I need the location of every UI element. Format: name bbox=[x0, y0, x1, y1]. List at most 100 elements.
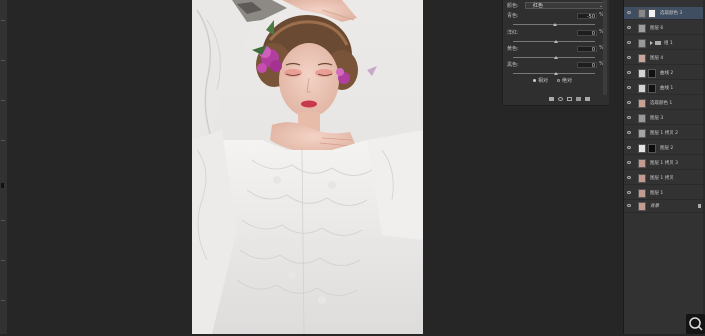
layer-thumbnail bbox=[638, 189, 646, 198]
radio-relative[interactable] bbox=[533, 79, 536, 82]
layer-row[interactable]: 图层 1 拷贝 bbox=[624, 172, 705, 185]
ruler-tick bbox=[1, 260, 5, 261]
layer-row[interactable]: 选取颜色 1 bbox=[624, 97, 705, 110]
layer-name: 图层 4 bbox=[650, 56, 664, 61]
ruler-tick bbox=[1, 300, 5, 301]
layer-name: 图层 2 bbox=[660, 146, 674, 151]
eye-icon[interactable] bbox=[627, 191, 631, 194]
layer-name: 图层 6 bbox=[650, 26, 664, 31]
layer-thumbnail bbox=[638, 24, 646, 33]
radio-absolute-label: 绝对 bbox=[562, 78, 573, 84]
slider-value-input[interactable]: -50 bbox=[577, 13, 597, 20]
slider-knob[interactable] bbox=[554, 40, 558, 43]
mask-thumbnail[interactable] bbox=[648, 69, 656, 78]
folder-icon bbox=[655, 41, 661, 45]
collapse-handle[interactable] bbox=[1, 183, 4, 188]
color-select-row: 颜色: 红色 ⌄ bbox=[507, 2, 607, 10]
radio-absolute[interactable] bbox=[557, 79, 560, 82]
layer-thumbnail bbox=[638, 54, 646, 63]
document-canvas[interactable] bbox=[192, 0, 423, 334]
slider-label: 黄色: bbox=[507, 46, 519, 52]
layer-row[interactable]: 背景 bbox=[624, 200, 705, 213]
view-previous-icon[interactable] bbox=[558, 97, 563, 101]
eye-icon[interactable] bbox=[627, 176, 631, 179]
ruler-tick bbox=[1, 60, 5, 61]
portrait-photo bbox=[192, 0, 423, 334]
slider-magenta: 洋红: 0 % bbox=[507, 29, 605, 45]
layer-thumbnail bbox=[638, 114, 646, 123]
slider-value-input[interactable]: 0 bbox=[577, 46, 597, 53]
color-label: 颜色: bbox=[507, 3, 519, 9]
layers-panel: 选取颜色 3 图层 6 组 1 图层 4 曲线 2 曲线 1 选取颜色 1 图层 bbox=[623, 0, 705, 334]
slider-knob[interactable] bbox=[553, 23, 557, 26]
eye-icon[interactable] bbox=[627, 11, 631, 14]
curves-thumbnail bbox=[638, 84, 646, 93]
layer-row[interactable]: 曲线 2 bbox=[624, 67, 705, 80]
properties-scrollbar[interactable] bbox=[603, 0, 607, 95]
layer-thumbnail bbox=[638, 202, 646, 211]
trash-icon[interactable] bbox=[585, 97, 590, 101]
slider-label: 青色: bbox=[507, 13, 519, 19]
layer-thumbnail bbox=[638, 39, 646, 48]
eye-icon[interactable] bbox=[627, 161, 631, 164]
layer-thumbnail bbox=[638, 99, 646, 108]
layer-row[interactable]: 选取颜色 3 bbox=[624, 7, 705, 20]
layer-name: 图层 1 bbox=[650, 191, 664, 196]
tool-strip bbox=[0, 0, 7, 334]
layer-name: 选取颜色 1 bbox=[650, 101, 673, 106]
slider-knob[interactable] bbox=[554, 56, 558, 59]
expand-arrow-icon[interactable] bbox=[650, 41, 653, 45]
eye-icon[interactable] bbox=[627, 26, 631, 29]
layer-row[interactable]: 图层 4 bbox=[624, 52, 705, 65]
layer-name: 曲线 1 bbox=[660, 86, 674, 91]
eye-icon[interactable] bbox=[627, 41, 631, 44]
layer-name: 组 1 bbox=[664, 41, 673, 46]
eye-icon[interactable] bbox=[627, 56, 631, 59]
adjustment-thumbnail bbox=[638, 9, 646, 18]
layer-name: 图层 3 bbox=[650, 116, 664, 121]
mask-thumbnail[interactable] bbox=[648, 84, 656, 93]
radio-relative-label: 相对 bbox=[538, 78, 549, 84]
layer-row[interactable]: 图层 2 bbox=[624, 142, 705, 155]
eye-icon[interactable] bbox=[627, 131, 631, 134]
mask-thumbnail[interactable] bbox=[648, 144, 656, 153]
eye-icon[interactable] bbox=[627, 116, 631, 119]
layer-thumbnail bbox=[638, 129, 646, 138]
layer-row[interactable]: 组 1 bbox=[624, 37, 705, 50]
layer-name: 图层 1 拷贝 2 bbox=[650, 131, 679, 136]
mask-thumbnail[interactable] bbox=[648, 9, 656, 18]
slider-knob[interactable] bbox=[554, 72, 558, 75]
reset-icon[interactable] bbox=[567, 97, 572, 101]
ruler-tick bbox=[1, 220, 5, 221]
layer-thumbnail bbox=[638, 159, 646, 168]
ruler-tick bbox=[1, 140, 5, 141]
visibility-icon[interactable] bbox=[576, 97, 581, 101]
eye-icon[interactable] bbox=[627, 86, 631, 89]
layer-name: 背景 bbox=[650, 204, 659, 209]
layer-row[interactable]: 图层 1 bbox=[624, 187, 705, 200]
slider-value-input[interactable]: 0 bbox=[577, 62, 597, 69]
eye-icon[interactable] bbox=[627, 204, 631, 207]
eye-icon[interactable] bbox=[627, 101, 631, 104]
slider-value-input[interactable]: 0 bbox=[577, 30, 597, 37]
curves-thumbnail bbox=[638, 69, 646, 78]
ruler-tick bbox=[1, 20, 5, 21]
eye-icon[interactable] bbox=[627, 146, 631, 149]
layer-row[interactable]: 图层 1 拷贝 2 bbox=[624, 127, 705, 140]
layer-row[interactable]: 图层 1 拷贝 3 bbox=[624, 157, 705, 170]
layer-thumbnail bbox=[638, 174, 646, 183]
slider-yellow: 黄色: 0 % bbox=[507, 45, 605, 61]
method-radio-group: 相对 绝对 bbox=[533, 77, 603, 84]
search-button[interactable] bbox=[686, 314, 705, 334]
layer-row[interactable]: 图层 6 bbox=[624, 22, 705, 35]
layer-name: 曲线 2 bbox=[660, 71, 674, 76]
clip-to-layer-icon[interactable] bbox=[549, 97, 554, 101]
eye-icon[interactable] bbox=[627, 71, 631, 74]
properties-panel: 颜色: 红色 ⌄ 青色: -50 % 洋红: 0 % 黄色: 0 % 黑色: 0… bbox=[502, 0, 609, 106]
layer-name: 图层 1 拷贝 3 bbox=[650, 161, 679, 166]
search-icon bbox=[689, 317, 703, 331]
layer-row[interactable]: 曲线 1 bbox=[624, 82, 705, 95]
layer-row[interactable]: 图层 3 bbox=[624, 112, 705, 125]
panel-footer-icons bbox=[549, 96, 603, 102]
lock-icon bbox=[698, 204, 701, 208]
